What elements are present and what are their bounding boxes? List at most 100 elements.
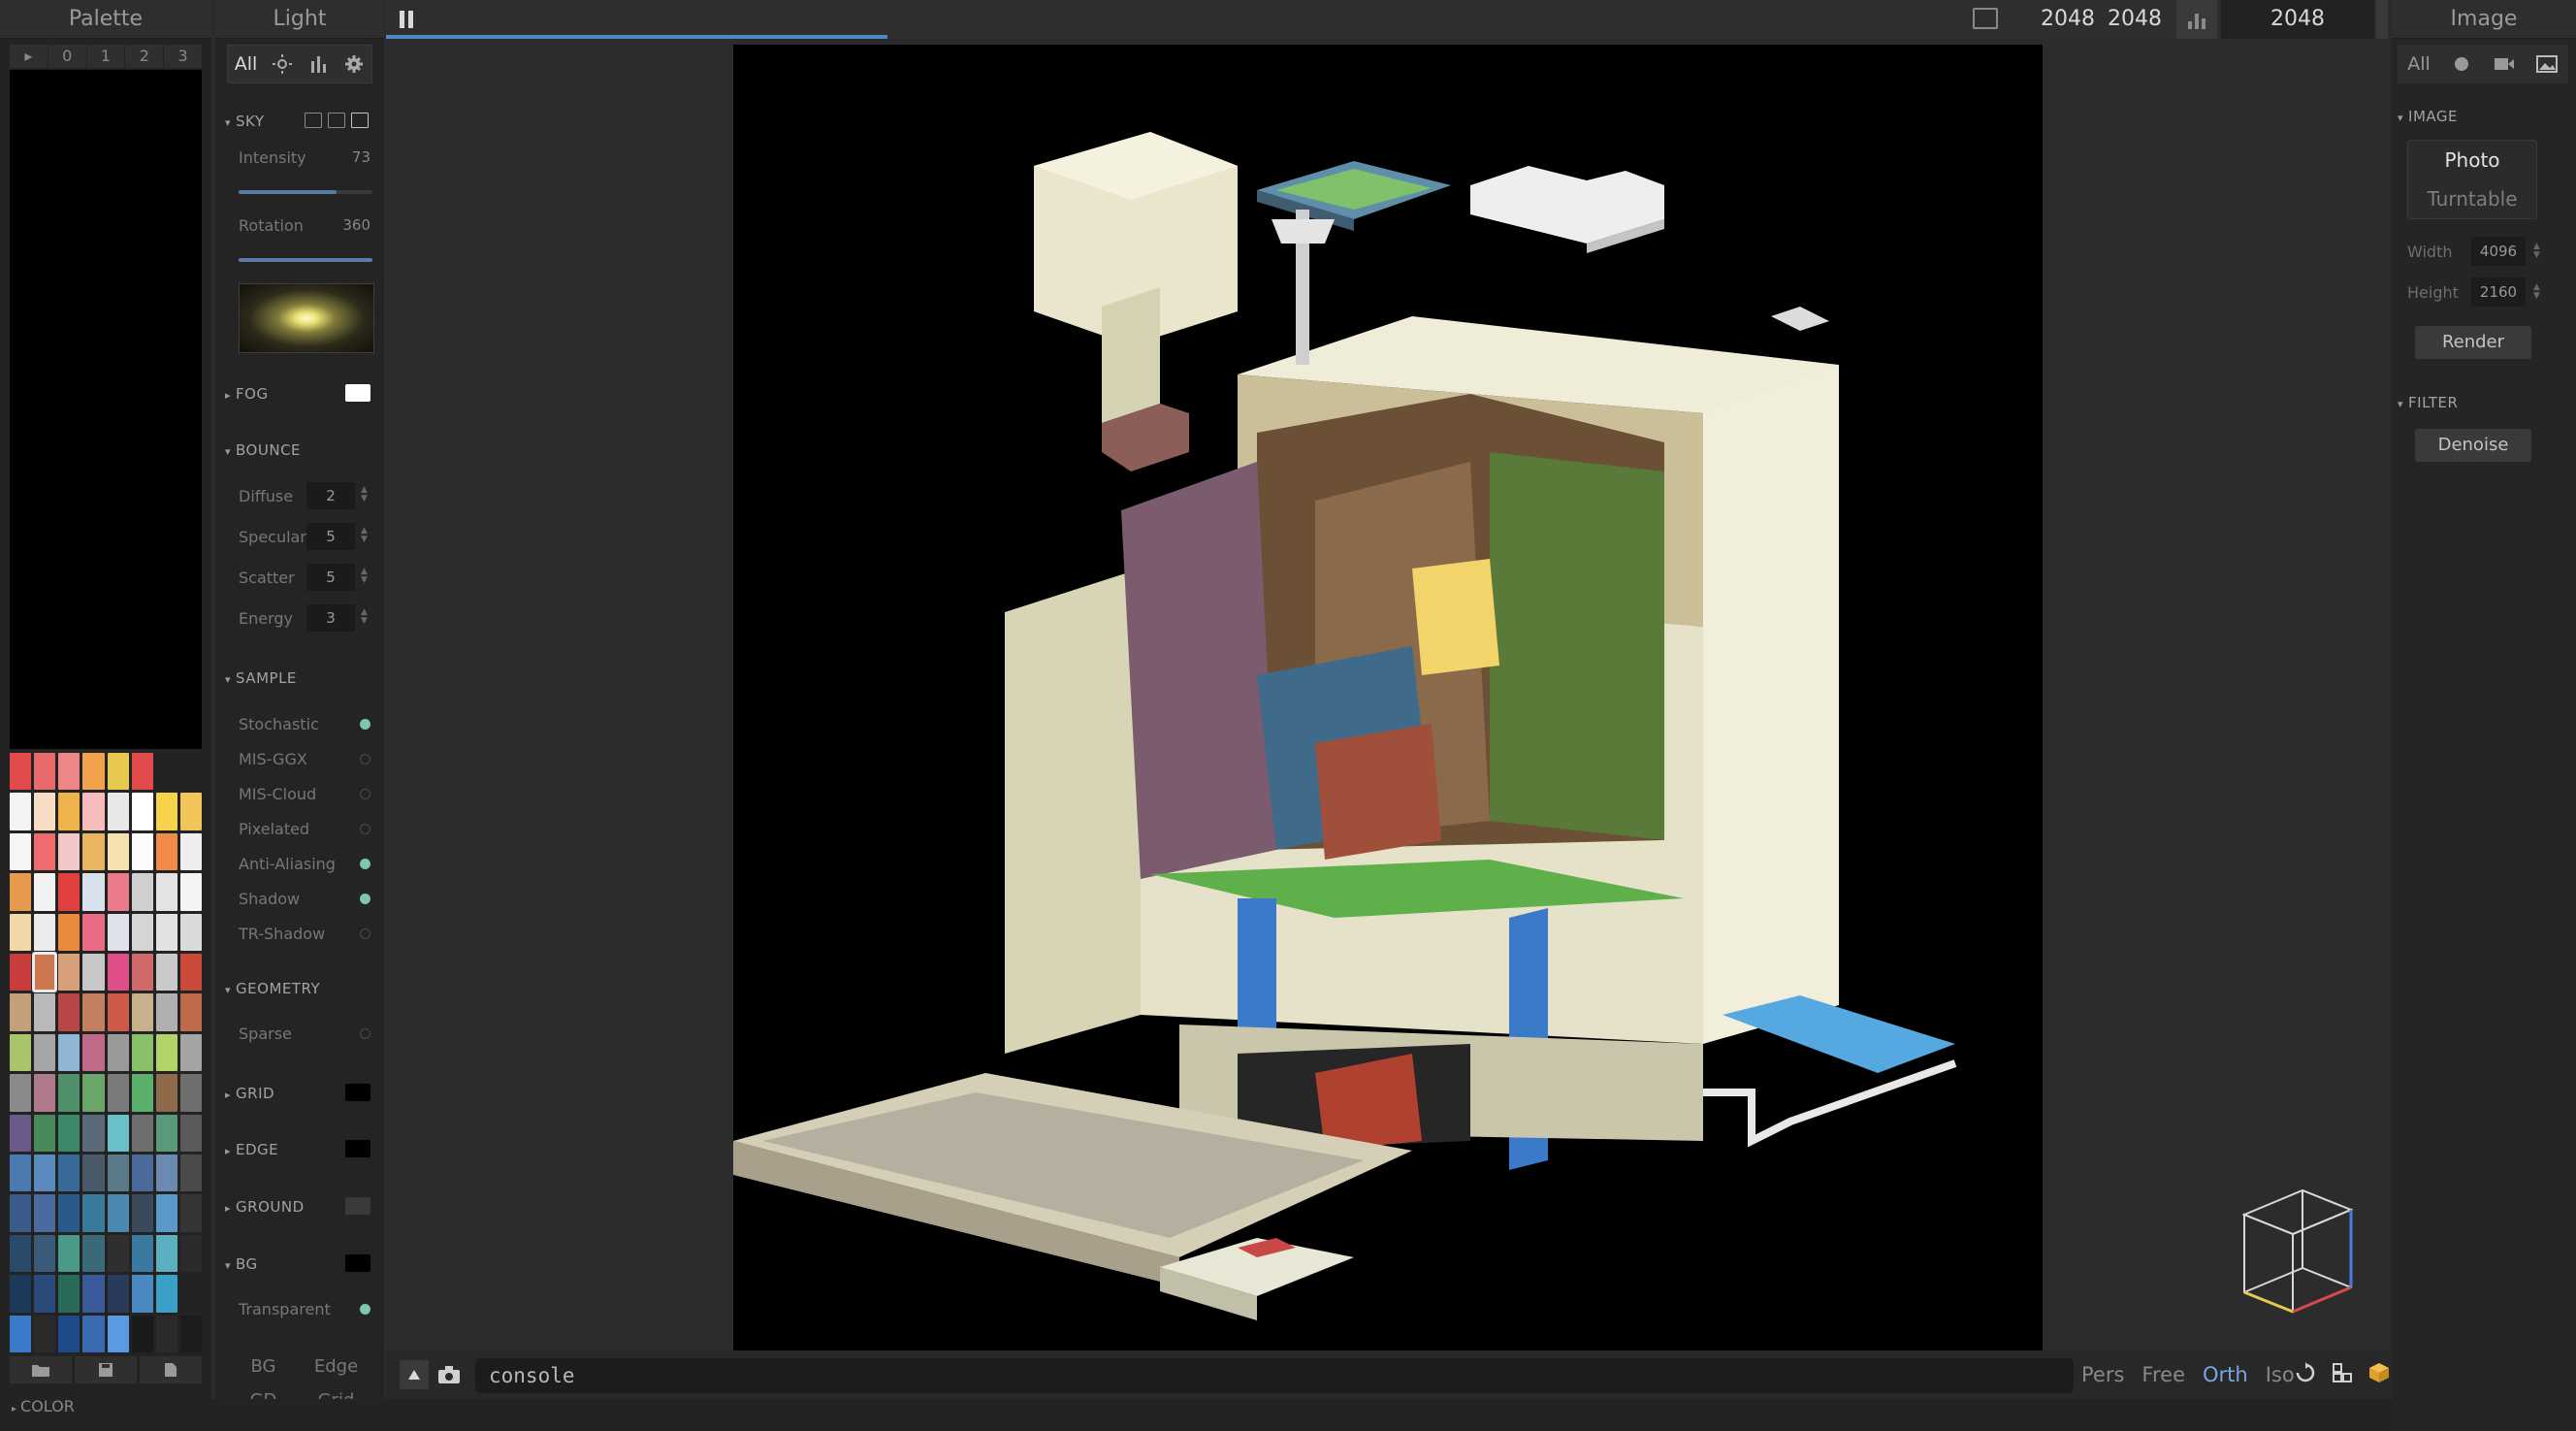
color-swatch[interactable]: [131, 913, 153, 951]
color-section-header[interactable]: ▸ COLOR: [12, 1397, 75, 1415]
color-swatch[interactable]: [179, 954, 202, 992]
color-swatch[interactable]: [131, 1074, 153, 1112]
color-swatch[interactable]: [131, 1275, 153, 1313]
save-palette-button[interactable]: [75, 1356, 137, 1383]
color-swatch[interactable]: [155, 1234, 177, 1273]
color-swatch[interactable]: [107, 1033, 129, 1072]
color-swatch[interactable]: [155, 1033, 177, 1072]
voxel-render-image[interactable]: [733, 45, 2043, 1350]
image-section-header[interactable]: ▾ IMAGE: [2398, 108, 2458, 125]
color-swatch[interactable]: [131, 793, 153, 830]
height-spinner-icon[interactable]: ▲ ▼: [2533, 283, 2540, 301]
filter-all-button[interactable]: All: [228, 46, 264, 82]
color-swatch[interactable]: [82, 1114, 105, 1152]
pause-icon[interactable]: [400, 11, 413, 28]
color-swatch[interactable]: [179, 1275, 202, 1313]
color-swatch[interactable]: [82, 1074, 105, 1112]
color-swatch[interactable]: [82, 832, 105, 871]
color-swatch[interactable]: [58, 793, 80, 830]
color-swatch[interactable]: [82, 1033, 105, 1072]
new-palette-button[interactable]: [140, 1356, 202, 1383]
color-swatch[interactable]: [155, 1074, 177, 1112]
palette-tab-2[interactable]: 2: [124, 45, 163, 68]
color-swatch[interactable]: [82, 993, 105, 1031]
render-height[interactable]: 2048: [2108, 7, 2162, 31]
color-swatch[interactable]: [82, 1234, 105, 1273]
image-filter-all[interactable]: All: [2398, 45, 2440, 83]
color-swatch[interactable]: [58, 1033, 80, 1072]
color-swatch[interactable]: [34, 753, 56, 791]
specular-input[interactable]: 5: [306, 523, 355, 550]
color-swatch[interactable]: [10, 753, 32, 791]
filter-settings-button[interactable]: [336, 46, 371, 82]
color-swatch[interactable]: [131, 993, 153, 1031]
diffuse-input[interactable]: 2: [306, 482, 355, 509]
color-swatch[interactable]: [34, 873, 56, 911]
sky-flat-icon[interactable]: [305, 113, 322, 128]
color-swatch[interactable]: [107, 1074, 129, 1112]
color-swatch[interactable]: [155, 1275, 177, 1313]
color-swatch[interactable]: [131, 1315, 153, 1352]
image-filter-video[interactable]: [2483, 45, 2526, 83]
rotation-slider[interactable]: [239, 258, 372, 262]
width-input[interactable]: 4096: [2471, 237, 2526, 266]
color-swatch[interactable]: [179, 832, 202, 871]
color-swatch[interactable]: [58, 1275, 80, 1313]
footer-bg-tab[interactable]: BG: [227, 1356, 300, 1377]
palette-tab-play[interactable]: ▸: [10, 45, 48, 68]
color-swatch[interactable]: [179, 1074, 202, 1112]
view-pers-button[interactable]: Pers: [2081, 1363, 2124, 1386]
color-swatch[interactable]: [32, 951, 58, 993]
turntable-mode-option[interactable]: Turntable: [2408, 179, 2536, 218]
color-swatch[interactable]: [179, 1315, 202, 1352]
color-swatch[interactable]: [179, 873, 202, 911]
color-swatch[interactable]: [107, 913, 129, 951]
color-swatch[interactable]: [179, 793, 202, 830]
width-spinner-icon[interactable]: ▲ ▼: [2533, 243, 2540, 260]
color-swatch[interactable]: [107, 832, 129, 871]
color-swatch[interactable]: [131, 1234, 153, 1273]
view-iso-button[interactable]: Iso: [2266, 1363, 2295, 1386]
sample-size-field[interactable]: 2048: [2221, 0, 2374, 39]
sample-section-header[interactable]: ▾ SAMPLE: [225, 669, 297, 687]
color-swatch[interactable]: [107, 1234, 129, 1273]
color-swatch[interactable]: [34, 793, 56, 830]
color-swatch[interactable]: [107, 993, 129, 1031]
color-swatch[interactable]: [155, 1114, 177, 1152]
color-swatch[interactable]: [82, 793, 105, 830]
reset-rotation-icon[interactable]: [2295, 1362, 2316, 1383]
color-swatch[interactable]: [179, 1033, 202, 1072]
color-swatch[interactable]: [82, 954, 105, 992]
intensity-slider[interactable]: [239, 190, 372, 194]
color-swatch[interactable]: [58, 753, 80, 791]
view-free-button[interactable]: Free: [2141, 1363, 2185, 1386]
color-swatch[interactable]: [155, 1155, 177, 1192]
color-swatch[interactable]: [10, 1315, 32, 1352]
color-swatch[interactable]: [179, 1194, 202, 1232]
color-swatch[interactable]: [34, 1234, 56, 1273]
sample-option-toggle[interactable]: [360, 824, 370, 834]
color-swatch[interactable]: [131, 753, 153, 791]
sample-option-toggle[interactable]: [360, 894, 370, 904]
color-swatch[interactable]: [10, 954, 32, 992]
color-swatch[interactable]: [58, 1194, 80, 1232]
open-folder-button[interactable]: [10, 1356, 72, 1383]
fog-section-header[interactable]: ▸ FOG: [225, 385, 269, 403]
edge-color-swatch[interactable]: [345, 1140, 370, 1157]
color-swatch[interactable]: [155, 913, 177, 951]
image-size-icon[interactable]: [1973, 8, 1998, 29]
color-swatch[interactable]: [34, 1074, 56, 1112]
color-swatch[interactable]: [155, 1315, 177, 1352]
color-swatch[interactable]: [10, 793, 32, 830]
color-swatch[interactable]: [131, 832, 153, 871]
stats-chart-button[interactable]: [2176, 0, 2217, 39]
color-swatch[interactable]: [82, 873, 105, 911]
color-swatch[interactable]: [155, 873, 177, 911]
ground-color-swatch[interactable]: [345, 1197, 370, 1215]
sky-hdri-thumbnail[interactable]: [239, 283, 374, 353]
sample-option-toggle[interactable]: [360, 754, 370, 764]
cube-icon[interactable]: [2368, 1362, 2390, 1383]
bg-section-header[interactable]: ▾ BG: [225, 1255, 258, 1273]
height-input[interactable]: 2160: [2471, 277, 2526, 307]
color-swatch[interactable]: [155, 1194, 177, 1232]
